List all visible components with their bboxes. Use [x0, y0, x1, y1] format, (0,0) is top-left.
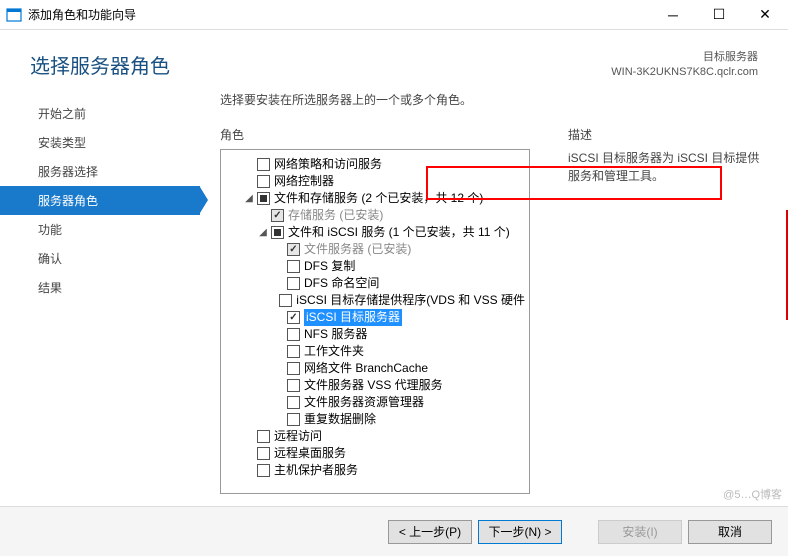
page-title: 选择服务器角色: [30, 50, 611, 79]
nav-item-1[interactable]: 安装类型: [0, 128, 200, 157]
main-content: 选择要安装在所选服务器上的一个或多个角色。 角色 网络策略和访问服务网络控制器◢…: [200, 91, 788, 511]
roles-column: 角色 网络策略和访问服务网络控制器 ◢ 文件和存储服务 (2 个已安装，共 12 个…: [220, 126, 548, 494]
tree-label[interactable]: 文件和存储服务 (2 个已安装，共 12 个): [274, 190, 483, 207]
checkbox[interactable]: [287, 379, 300, 392]
checkbox[interactable]: [287, 345, 300, 358]
tree-label[interactable]: 文件服务器资源管理器: [304, 394, 424, 411]
tree-label[interactable]: 网络控制器: [274, 173, 334, 190]
tree-item[interactable]: NFS 服务器: [221, 326, 529, 343]
nav-item-3[interactable]: 服务器角色: [0, 186, 200, 215]
checkbox: [271, 209, 284, 222]
nav-item-5[interactable]: 确认: [0, 244, 200, 273]
tree-label[interactable]: 远程桌面服务: [274, 445, 346, 462]
checkbox[interactable]: [257, 175, 270, 188]
tree-item[interactable]: 主机保护者服务: [221, 462, 529, 479]
window-title: 添加角色和功能向导: [28, 6, 650, 23]
checkbox[interactable]: [257, 158, 270, 171]
checkbox[interactable]: [287, 260, 300, 273]
tree-label[interactable]: 主机保护者服务: [274, 462, 358, 479]
tree-label[interactable]: 网络文件 BranchCache: [304, 360, 428, 377]
tree-label[interactable]: 重复数据删除: [304, 411, 376, 428]
tree-item[interactable]: 网络策略和访问服务: [221, 156, 529, 173]
tree-label[interactable]: 远程访问: [274, 428, 322, 445]
tree-item[interactable]: 远程桌面服务: [221, 445, 529, 462]
checkbox[interactable]: [287, 311, 300, 324]
wizard-nav: 开始之前安装类型服务器选择服务器角色功能确认结果: [0, 91, 200, 511]
description-label: 描述: [568, 126, 768, 143]
roles-tree[interactable]: 网络策略和访问服务网络控制器 ◢ 文件和存储服务 (2 个已安装，共 12 个)存储…: [220, 149, 530, 494]
tree-item[interactable]: 工作文件夹: [221, 343, 529, 360]
collapse-icon[interactable]: ◢: [257, 224, 269, 241]
header: 选择服务器角色 目标服务器 WIN-3K2UKNS7K8C.qclr.com: [0, 30, 788, 91]
tree-item[interactable]: DFS 复制: [221, 258, 529, 275]
checkbox[interactable]: [287, 413, 300, 426]
tree-label[interactable]: 文件和 iSCSI 服务 (1 个已安装，共 11 个): [288, 224, 510, 241]
tree-label[interactable]: iSCSI 目标服务器: [304, 309, 402, 326]
nav-item-2[interactable]: 服务器选择: [0, 157, 200, 186]
cancel-button[interactable]: 取消: [688, 520, 772, 544]
checkbox: [287, 243, 300, 256]
checkbox[interactable]: [287, 362, 300, 375]
tree-item[interactable]: DFS 命名空间: [221, 275, 529, 292]
tree-label[interactable]: 存储服务 (已安装): [288, 207, 383, 224]
nav-item-4[interactable]: 功能: [0, 215, 200, 244]
close-button[interactable]: ✕: [742, 0, 788, 30]
prev-button[interactable]: < 上一步(P): [388, 520, 472, 544]
checkbox[interactable]: [287, 277, 300, 290]
roles-label: 角色: [220, 126, 548, 143]
tree-label[interactable]: iSCSI 目标存储提供程序(VDS 和 VSS 硬件: [296, 292, 525, 309]
checkbox[interactable]: [271, 226, 284, 239]
tree-item[interactable]: iSCSI 目标服务器: [221, 309, 529, 326]
tree-label[interactable]: 网络策略和访问服务: [274, 156, 382, 173]
tree-item[interactable]: 网络文件 BranchCache: [221, 360, 529, 377]
target-server-info: 目标服务器 WIN-3K2UKNS7K8C.qclr.com: [611, 50, 758, 81]
tree-label[interactable]: 文件服务器 VSS 代理服务: [304, 377, 443, 394]
minimize-button[interactable]: ─: [650, 0, 696, 30]
wizard-icon: [6, 7, 22, 23]
install-button: 安装(I): [598, 520, 682, 544]
next-button[interactable]: 下一步(N) >: [478, 520, 562, 544]
checkbox[interactable]: [257, 430, 270, 443]
tree-item[interactable]: ◢ 文件和存储服务 (2 个已安装，共 12 个): [221, 190, 529, 207]
tree-item[interactable]: ◢ 文件和 iSCSI 服务 (1 个已安装，共 11 个): [221, 224, 529, 241]
window-controls: ─ ☐ ✕: [650, 0, 788, 30]
wizard-footer: < 上一步(P) 下一步(N) > 安装(I) 取消: [0, 506, 788, 556]
checkbox[interactable]: [257, 447, 270, 460]
tree-item[interactable]: 文件服务器资源管理器: [221, 394, 529, 411]
checkbox[interactable]: [257, 464, 270, 477]
nav-item-6[interactable]: 结果: [0, 273, 200, 302]
checkbox[interactable]: [257, 192, 270, 205]
tree-label[interactable]: 文件服务器 (已安装): [304, 241, 411, 258]
tree-label[interactable]: DFS 命名空间: [304, 275, 379, 292]
tree-item[interactable]: 文件服务器 VSS 代理服务: [221, 377, 529, 394]
tree-item[interactable]: 重复数据删除: [221, 411, 529, 428]
tree-item[interactable]: 网络控制器: [221, 173, 529, 190]
nav-item-0[interactable]: 开始之前: [0, 99, 200, 128]
checkbox[interactable]: [279, 294, 292, 307]
tree-label[interactable]: NFS 服务器: [304, 326, 367, 343]
description-text: iSCSI 目标服务器为 iSCSI 目标提供服务和管理工具。: [568, 149, 768, 185]
titlebar: 添加角色和功能向导 ─ ☐ ✕: [0, 0, 788, 30]
watermark: @5…Q博客: [723, 486, 782, 502]
tree-item[interactable]: 远程访问: [221, 428, 529, 445]
tree-item[interactable]: 文件服务器 (已安装): [221, 241, 529, 258]
collapse-icon[interactable]: ◢: [243, 190, 255, 207]
tree-label[interactable]: DFS 复制: [304, 258, 355, 275]
target-label: 目标服务器: [611, 50, 758, 65]
description-column: 描述 iSCSI 目标服务器为 iSCSI 目标提供服务和管理工具。: [568, 126, 768, 494]
target-server-name: WIN-3K2UKNS7K8C.qclr.com: [611, 65, 758, 80]
checkbox[interactable]: [287, 396, 300, 409]
checkbox[interactable]: [287, 328, 300, 341]
tree-item[interactable]: 存储服务 (已安装): [221, 207, 529, 224]
instruction-text: 选择要安装在所选服务器上的一个或多个角色。: [220, 91, 768, 108]
maximize-button[interactable]: ☐: [696, 0, 742, 30]
tree-item[interactable]: iSCSI 目标存储提供程序(VDS 和 VSS 硬件: [221, 292, 529, 309]
tree-label[interactable]: 工作文件夹: [304, 343, 364, 360]
